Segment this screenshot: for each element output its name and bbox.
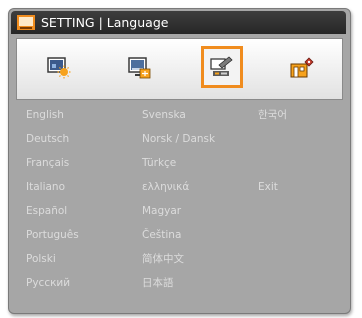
language-option-cestina[interactable]: Čeština [142,229,181,242]
menu-tab-bar [16,38,343,100]
titlebar: SETTING | Language [11,11,346,34]
language-option-espanol[interactable]: Español [26,205,67,218]
language-option-turkce[interactable]: Türkçe [142,157,176,170]
tab-image[interactable] [17,39,98,99]
exit-button[interactable]: Exit [258,181,278,194]
language-option-polski[interactable]: Polski [26,253,56,266]
language-option-greek[interactable]: ελληνικά [142,181,189,194]
setting-title-icon [17,15,35,30]
language-option-francais[interactable]: Français [26,157,69,170]
language-list: English Deutsch Français Italiano Españo… [16,101,341,304]
options-icon [290,57,314,78]
image-settings-icon [47,57,71,79]
language-option-deutsch[interactable]: Deutsch [26,133,69,146]
language-option-english[interactable]: English [26,109,64,122]
tab-options[interactable] [260,39,341,99]
window-title: SETTING | Language [41,15,169,30]
language-option-portugues[interactable]: Português [26,229,79,242]
language-option-norsk-dansk[interactable]: Norsk / Dansk [142,133,215,146]
tab-display[interactable] [98,39,179,99]
language-option-svenska[interactable]: Svenska [142,109,186,122]
language-option-italiano[interactable]: Italiano [26,181,65,194]
language-option-magyar[interactable]: Magyar [142,205,181,218]
tab-setting[interactable] [179,39,260,99]
language-option-russian[interactable]: Русский [26,277,70,290]
language-option-korean[interactable]: 한국어 [258,109,287,122]
setting-icon [210,56,233,76]
language-option-japanese[interactable]: 日本語 [142,277,174,290]
settings-window: SETTING | Language English Deutsch Franç… [8,8,351,314]
display-settings-icon [128,57,151,79]
language-option-simplified-chinese[interactable]: 简体中文 [142,253,184,266]
